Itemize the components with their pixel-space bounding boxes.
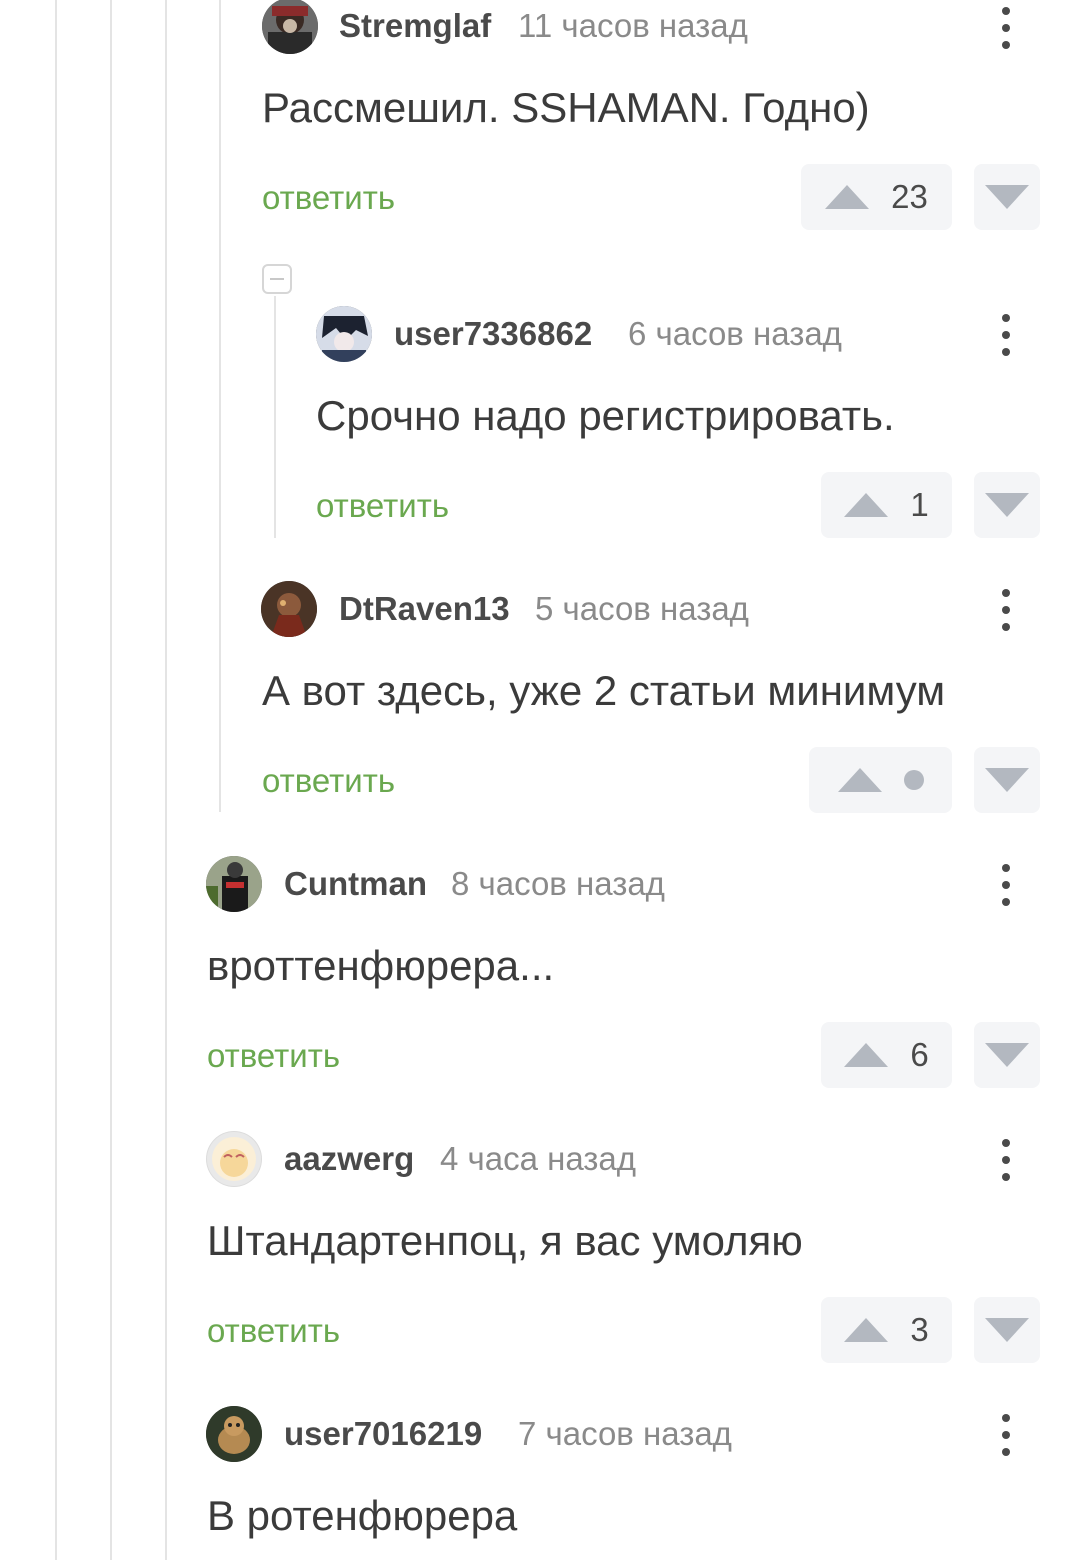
author-name[interactable]: Cuntman [284, 864, 427, 904]
arrow-up-icon [825, 185, 870, 209]
avatar[interactable] [206, 1131, 262, 1187]
avatar[interactable] [206, 1406, 262, 1462]
comment-text: В ротенфюрера [207, 1492, 518, 1539]
arrow-up-icon [844, 1318, 889, 1342]
comment-time: 7 часов назад [518, 1415, 732, 1452]
thread-line-level-1 [55, 0, 57, 1560]
comment-text: вроттенфюрера... [207, 942, 555, 989]
vote-score: 3 [910, 1311, 929, 1348]
arrow-down-icon [985, 768, 1029, 792]
more-options-icon[interactable] [991, 1132, 1021, 1188]
upvote-button[interactable] [809, 747, 952, 813]
arrow-up-icon [844, 1043, 889, 1067]
reply-link[interactable]: ответить [262, 761, 395, 801]
arrow-up-icon [837, 768, 882, 792]
author-name[interactable]: aazwerg [284, 1139, 414, 1179]
avatar[interactable] [316, 306, 372, 362]
thread-line-level-2 [110, 0, 112, 1560]
thread-line-level-3 [165, 0, 167, 1560]
upvote-button[interactable]: 6 [821, 1022, 952, 1088]
author-name[interactable]: user7016219 [284, 1414, 482, 1454]
upvote-button[interactable]: 1 [821, 472, 952, 538]
vote-score: 23 [891, 178, 928, 215]
comment-text: А вот здесь, уже 2 статьи минимум [262, 667, 946, 714]
avatar[interactable] [261, 581, 317, 637]
reply-link[interactable]: ответить [207, 1036, 340, 1076]
collapse-thread-button[interactable] [262, 264, 292, 294]
vote-score: 1 [910, 486, 929, 523]
more-options-icon[interactable] [991, 582, 1021, 638]
comment-time: 5 часов назад [535, 590, 749, 627]
author-name[interactable]: DtRaven13 [339, 589, 510, 629]
author-name[interactable]: user7336862 [394, 314, 592, 354]
comment-time: 8 часов назад [451, 865, 665, 902]
arrow-up-icon [844, 493, 889, 517]
comment-text: Срочно надо регистрировать. [316, 392, 895, 439]
author-name[interactable]: Stremglaf [339, 6, 491, 46]
downvote-button[interactable] [974, 164, 1040, 230]
arrow-down-icon [985, 1318, 1029, 1342]
downvote-button[interactable] [974, 1297, 1040, 1363]
comment-text: Рассмешил. SSHAMAN. Годно) [262, 84, 870, 131]
comment-time: 6 часов назад [628, 315, 842, 352]
vote-score: 6 [910, 1036, 929, 1073]
comment-time: 11 часов назад [518, 7, 748, 44]
more-options-icon[interactable] [991, 0, 1021, 56]
avatar[interactable] [262, 0, 318, 54]
avatar[interactable] [206, 856, 262, 912]
comment-text: Штандартенпоц, я вас умоляю [207, 1217, 803, 1264]
comment-time: 4 часа назад [440, 1140, 637, 1177]
more-options-icon[interactable] [991, 857, 1021, 913]
arrow-down-icon [985, 1043, 1029, 1067]
reply-link[interactable]: ответить [207, 1311, 340, 1351]
no-rating-dot-icon [903, 770, 924, 790]
reply-link[interactable]: ответить [316, 486, 449, 526]
downvote-button[interactable] [974, 747, 1040, 813]
upvote-button[interactable]: 3 [821, 1297, 952, 1363]
downvote-button[interactable] [974, 1022, 1040, 1088]
thread-line-level-5[interactable] [274, 296, 276, 538]
arrow-down-icon [985, 493, 1029, 517]
arrow-down-icon [985, 185, 1029, 209]
upvote-button[interactable]: 23 [801, 164, 952, 230]
reply-link[interactable]: ответить [262, 178, 395, 218]
more-options-icon[interactable] [991, 1407, 1021, 1463]
thread-line-level-4[interactable] [219, 0, 221, 812]
downvote-button[interactable] [974, 472, 1040, 538]
more-options-icon[interactable] [991, 307, 1021, 363]
